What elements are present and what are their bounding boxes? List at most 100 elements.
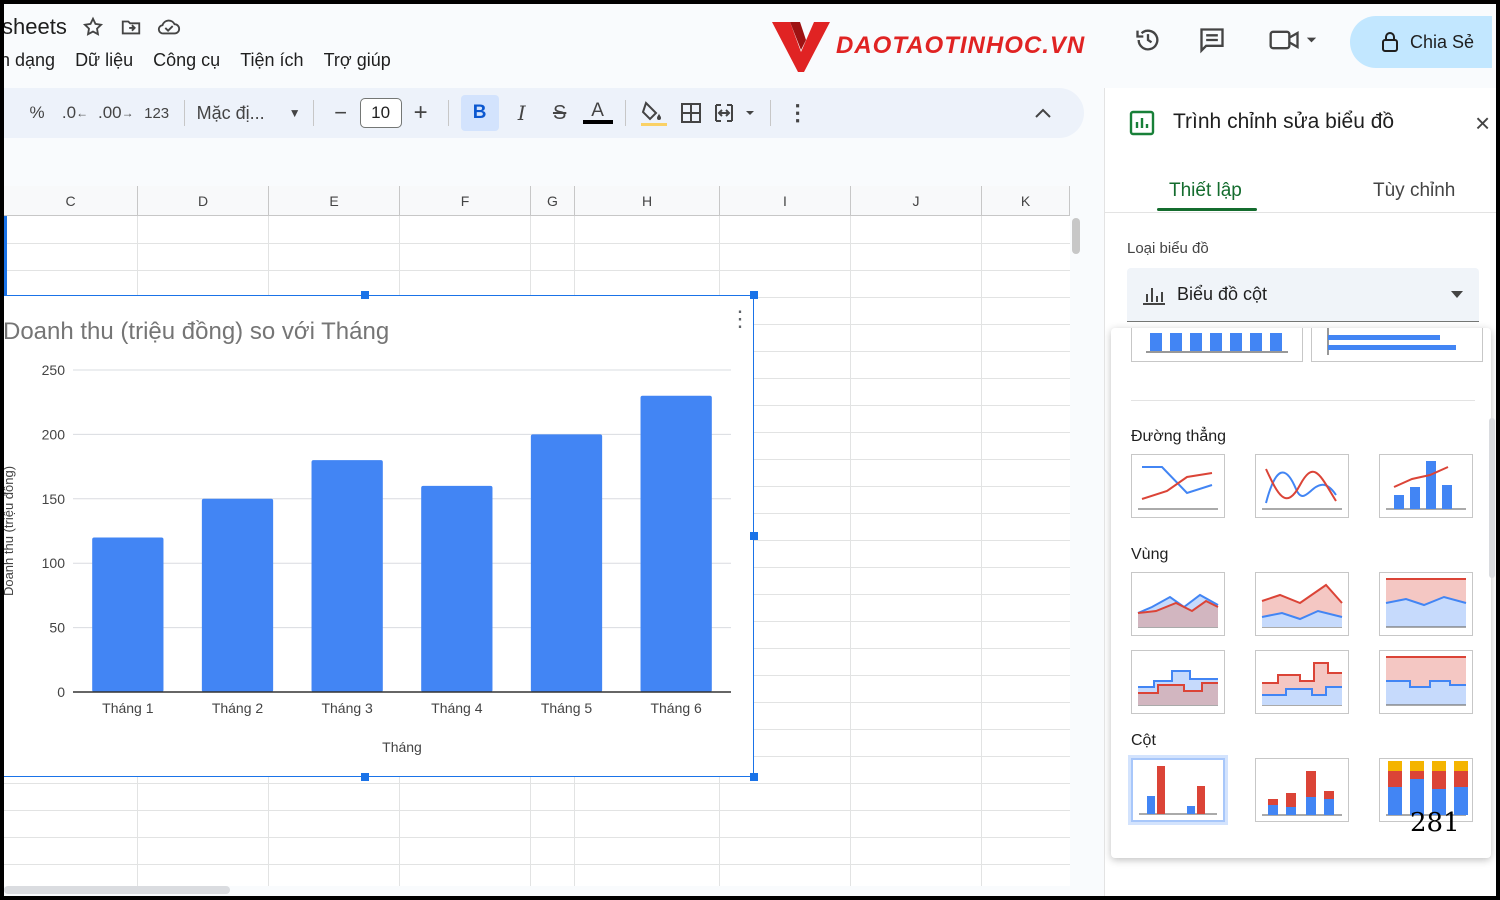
- bold-button[interactable]: B: [460, 95, 499, 131]
- column-header-d[interactable]: D: [138, 186, 269, 216]
- fill-color-button[interactable]: [638, 95, 668, 131]
- tab-setup[interactable]: Thiết lập: [1169, 180, 1242, 202]
- chart-thumb-100-area[interactable]: [1379, 572, 1473, 636]
- merge-cells-button[interactable]: [714, 95, 758, 131]
- menu-help[interactable]: Trợ giúp: [324, 50, 391, 71]
- decrease-font-size-button[interactable]: −: [326, 95, 356, 131]
- collapse-toolbar-button[interactable]: [1028, 95, 1058, 131]
- italic-button[interactable]: I: [507, 95, 537, 131]
- column-header-k[interactable]: K: [982, 186, 1070, 216]
- merge-cells-icon: [714, 104, 754, 122]
- resize-handle-top[interactable]: [361, 291, 369, 299]
- menu-format[interactable]: h dạng: [0, 50, 55, 71]
- chart-type-select[interactable]: Biểu đồ cột: [1127, 268, 1479, 322]
- chart-thumb-bar-partial[interactable]: [1311, 328, 1483, 362]
- column-header-g[interactable]: G: [531, 186, 575, 216]
- tab-customize[interactable]: Tùy chỉnh: [1373, 180, 1455, 202]
- resize-handle-bottom-right[interactable]: [750, 773, 758, 781]
- toolbar-divider: [624, 100, 626, 126]
- menu-extensions[interactable]: Tiện ích: [240, 50, 303, 71]
- column-header-c[interactable]: C: [4, 186, 138, 216]
- vertical-scrollbar[interactable]: [1072, 218, 1080, 254]
- cloud-icon[interactable]: [157, 15, 181, 39]
- chart-thumb-smooth-line[interactable]: [1255, 454, 1349, 518]
- x-tick-label: Tháng 5: [541, 700, 593, 716]
- horizontal-scrollbar[interactable]: [4, 886, 230, 894]
- history-icon[interactable]: [1132, 24, 1164, 56]
- grid-line: [850, 216, 851, 886]
- chart-type-dropdown: Đường thẳng Vùng Cột: [1111, 328, 1491, 858]
- x-tick-label: Tháng 4: [431, 700, 483, 716]
- stacked-area-thumb-icon: [1261, 583, 1343, 628]
- chart-thumb-column-partial[interactable]: [1131, 328, 1303, 362]
- arrow-right-icon: →: [121, 106, 134, 120]
- menu-data[interactable]: Dữ liệu: [75, 50, 133, 71]
- chart-thumb-stacked-column[interactable]: [1255, 758, 1349, 822]
- chart-thumb-line[interactable]: [1131, 454, 1225, 518]
- resize-handle-right[interactable]: [750, 532, 758, 540]
- title-row: sheets: [0, 14, 181, 40]
- panel-scrollbar[interactable]: [1489, 418, 1495, 578]
- decrease-decimal-button[interactable]: .0 ←: [60, 95, 90, 131]
- borders-button[interactable]: [676, 95, 706, 131]
- chart-thumb-100-stepped-area[interactable]: [1379, 650, 1473, 714]
- menu-tools[interactable]: Công cụ: [153, 50, 220, 71]
- chart-editor-icon: [1129, 110, 1155, 136]
- chart-thumb-stepped-area[interactable]: [1131, 650, 1225, 714]
- chart-thumb-column-selected[interactable]: [1131, 758, 1225, 822]
- y-tick-label: 250: [42, 362, 66, 378]
- column-header-h[interactable]: H: [575, 186, 720, 216]
- grid-line: [4, 810, 1070, 811]
- embedded-chart[interactable]: Doanh thu (triệu đồng) so với Tháng ⋮ 05…: [0, 295, 754, 777]
- grid-line: [4, 837, 1070, 838]
- chart-thumb-stacked-stepped-area[interactable]: [1255, 650, 1349, 714]
- close-icon[interactable]: ×: [1475, 108, 1490, 139]
- column-header-e[interactable]: E: [269, 186, 400, 216]
- borders-icon: [680, 103, 701, 123]
- y-tick-label: 0: [57, 684, 65, 700]
- percent-format-button[interactable]: %: [22, 95, 52, 131]
- comment-icon[interactable]: [1196, 24, 1228, 56]
- video-call-icon[interactable]: [1266, 24, 1322, 56]
- bar-thumb-icon: [1327, 328, 1456, 355]
- section-column: Cột: [1131, 732, 1156, 749]
- increase-decimal-label: .00: [98, 103, 122, 122]
- chart-bar: [201, 498, 274, 692]
- grid-line: [4, 270, 1070, 271]
- move-folder-icon[interactable]: [119, 15, 143, 39]
- column-header-f[interactable]: F: [400, 186, 531, 216]
- font-family-select[interactable]: Mặc đị... ▼: [197, 95, 301, 131]
- percent-stepped-area-thumb-icon: [1386, 656, 1466, 706]
- column-header-i[interactable]: I: [720, 186, 851, 216]
- chart-thumb-combo[interactable]: [1379, 454, 1473, 518]
- number-format-button[interactable]: 123: [142, 95, 172, 131]
- x-tick-label: Tháng 6: [650, 700, 702, 716]
- more-options-button[interactable]: ⋮: [783, 95, 813, 131]
- chart-thumb-stacked-area[interactable]: [1255, 572, 1349, 636]
- increase-decimal-button[interactable]: .00 →: [98, 95, 134, 131]
- column-header-j[interactable]: J: [851, 186, 982, 216]
- increase-font-size-button[interactable]: +: [406, 95, 436, 131]
- share-button[interactable]: Chia Sẻ: [1350, 16, 1492, 68]
- chart-thumb-area[interactable]: [1131, 572, 1225, 636]
- y-tick-label: 100: [42, 555, 66, 571]
- toolbar-divider: [769, 100, 771, 126]
- x-tick-label: Tháng 2: [212, 700, 264, 716]
- font-family-value: Mặc đị...: [196, 102, 265, 123]
- section-divider: [1131, 400, 1475, 401]
- text-color-button[interactable]: A: [582, 95, 613, 131]
- area-chart-thumb-icon: [1137, 593, 1219, 628]
- active-tab-indicator: [1157, 208, 1257, 211]
- resize-handle-top-right[interactable]: [750, 291, 758, 299]
- arrow-left-icon: ←: [76, 106, 89, 120]
- doc-title[interactable]: sheets: [2, 14, 67, 40]
- stepped-area-thumb-icon: [1138, 670, 1218, 706]
- smooth-line-thumb-icon: [1262, 468, 1342, 510]
- star-icon[interactable]: [81, 15, 105, 39]
- strikethrough-button[interactable]: S: [545, 95, 575, 131]
- dropdown-arrow-icon: ▼: [288, 106, 301, 120]
- resize-handle-bottom[interactable]: [361, 773, 369, 781]
- font-size-input[interactable]: 10: [359, 98, 402, 128]
- lock-icon: [1382, 32, 1398, 52]
- brand-logo: DAOTAOTINHOC.VN: [770, 18, 1085, 74]
